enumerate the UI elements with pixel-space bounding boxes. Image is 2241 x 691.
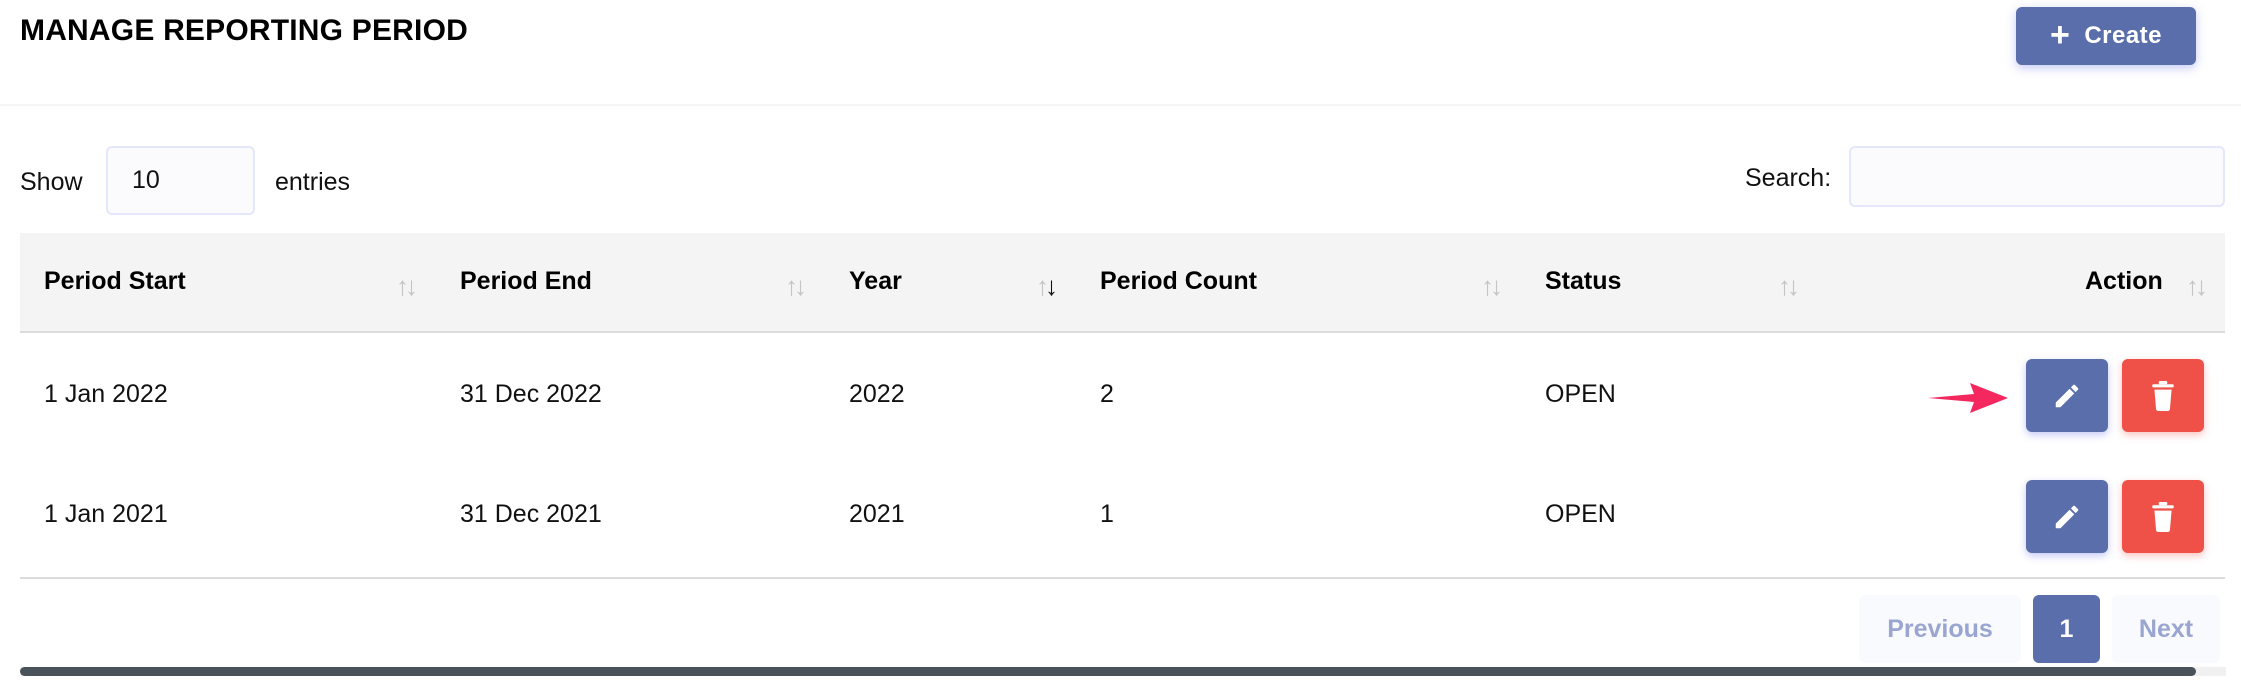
pointer-arrow-icon <box>1928 383 2008 413</box>
sort-icon[interactable]: ↑↓ <box>785 273 807 299</box>
horizontal-scrollbar-thumb[interactable] <box>20 667 2196 676</box>
edit-button[interactable] <box>2026 359 2108 432</box>
cell-status: OPEN <box>1545 500 1616 528</box>
create-button[interactable]: + Create <box>2016 7 2196 65</box>
pagination-page-1[interactable]: 1 <box>2033 595 2100 663</box>
delete-button[interactable] <box>2122 359 2204 432</box>
cell-year: 2022 <box>849 380 905 408</box>
header-divider <box>0 104 2241 106</box>
cell-period-start: 1 Jan 2021 <box>44 500 168 528</box>
edit-button[interactable] <box>2026 480 2108 553</box>
page-length-select[interactable]: 10 <box>106 146 255 215</box>
cell-period-count: 2 <box>1100 380 1114 408</box>
cell-period-count: 1 <box>1100 500 1114 528</box>
pagination-previous[interactable]: Previous <box>1859 595 2021 663</box>
cell-period-end: 31 Dec 2021 <box>460 500 602 528</box>
trash-icon <box>2152 501 2174 532</box>
trash-icon <box>2152 380 2174 411</box>
sort-icon[interactable]: ↑↓ <box>1778 273 1800 299</box>
sort-icon[interactable]: ↑↓ <box>1481 273 1503 299</box>
create-button-label: Create <box>2084 22 2163 49</box>
table-header: Period Start ↑↓ Period End ↑↓ Year ↑↓ Pe… <box>20 233 2225 333</box>
show-label: Show <box>20 168 83 196</box>
cell-period-start: 1 Jan 2022 <box>44 380 168 408</box>
page-title: MANAGE REPORTING PERIOD <box>20 14 468 47</box>
sort-desc-icon[interactable]: ↑↓ <box>1036 273 1058 299</box>
column-header-action[interactable]: Action <box>2085 267 2163 296</box>
pencil-icon <box>2055 505 2079 528</box>
column-header-status[interactable]: Status <box>1545 267 1621 296</box>
sort-icon[interactable]: ↑↓ <box>396 273 418 299</box>
cell-year: 2021 <box>849 500 905 528</box>
pencil-icon <box>2055 384 2079 407</box>
cell-period-end: 31 Dec 2022 <box>460 380 602 408</box>
sort-icon[interactable]: ↑↓ <box>2186 273 2208 299</box>
search-input[interactable] <box>1849 146 2225 207</box>
plus-icon: + <box>2049 15 2071 54</box>
delete-button[interactable] <box>2122 480 2204 553</box>
entries-label: entries <box>275 168 351 196</box>
column-header-year[interactable]: Year <box>849 267 902 296</box>
column-header-period-count[interactable]: Period Count <box>1100 267 1257 296</box>
column-header-period-start[interactable]: Period Start <box>44 267 186 296</box>
search-label: Search: <box>1745 164 1832 192</box>
table-bottom-border <box>20 577 2225 579</box>
column-header-period-end[interactable]: Period End <box>460 267 592 296</box>
pagination-next[interactable]: Next <box>2112 595 2220 663</box>
cell-status: OPEN <box>1545 380 1616 408</box>
